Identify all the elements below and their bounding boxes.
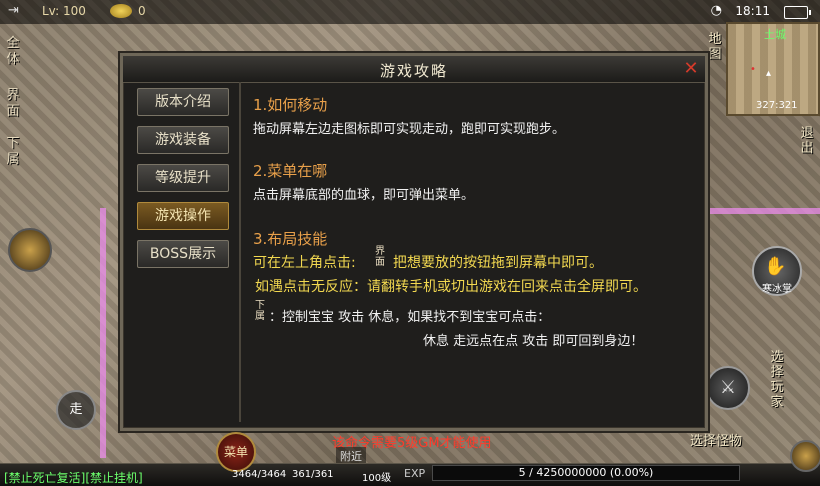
dialog-title: 游戏攻略 bbox=[379, 62, 448, 80]
player-marker-icon: • bbox=[750, 64, 756, 75]
guide-dialog: 游戏攻略 ✕ 版本介绍 游戏装备 等级提升 游戏操作 BOSS展示 1.如何移动… bbox=[120, 53, 708, 431]
gold-count: 0 bbox=[138, 4, 146, 18]
skill-label: 寒冰掌 bbox=[762, 284, 792, 295]
interface-label-small: 界面 bbox=[375, 246, 385, 268]
level-indicator: Lv: 100 bbox=[42, 4, 86, 18]
section-text: 点击屏幕底部的血球，即可弹出菜单。 bbox=[253, 188, 475, 203]
section-text: 拖动屏幕左边走图标即可实现走动，跑即可实现跑步。 bbox=[253, 122, 566, 137]
settings-orb-icon[interactable] bbox=[790, 440, 820, 472]
sword-icon[interactable]: ⚔ bbox=[706, 366, 750, 410]
hand-icon: ✋ bbox=[764, 256, 787, 277]
path-line bbox=[702, 208, 820, 214]
exp-label: EXP bbox=[404, 467, 426, 480]
followers-label-small: 下属 bbox=[255, 300, 265, 322]
tab-level-up[interactable]: 等级提升 bbox=[137, 164, 229, 192]
tab-version-intro[interactable]: 版本介绍 bbox=[137, 88, 229, 116]
section-text: ：控制宝宝 攻击 休息，如果找不到宝宝可点击： bbox=[269, 310, 551, 325]
section-heading: 1.如何移动 bbox=[253, 96, 328, 114]
back-arrow-icon[interactable]: ⇥ bbox=[8, 3, 19, 18]
section-text: 如遇点击无反应：请翻转手机或切出游戏在回来点击全屏即可。 bbox=[255, 279, 647, 295]
tab-game-equipment[interactable]: 游戏装备 bbox=[137, 126, 229, 154]
helmet-icon[interactable] bbox=[8, 228, 52, 272]
button-all[interactable]: 全体 bbox=[4, 36, 22, 68]
battery-icon bbox=[784, 6, 811, 19]
walk-button[interactable]: 走 bbox=[56, 390, 96, 430]
select-player-button[interactable]: 选择玩家 bbox=[768, 350, 786, 410]
button-interface[interactable]: 界面 bbox=[4, 88, 22, 120]
hp-value: 3464/3464 bbox=[232, 469, 287, 480]
dialog-titlebar: 游戏攻略 ✕ bbox=[123, 56, 705, 83]
minimap-coords: 327:321 bbox=[756, 100, 798, 111]
path-line bbox=[100, 208, 106, 458]
dialog-content: 1.如何移动 拖动屏幕左边走图标即可实现走动，跑即可实现跑步。 2.菜单在哪 点… bbox=[247, 86, 697, 416]
section-text: 休息 走远点在点 攻击 即可回到身边！ bbox=[423, 334, 644, 349]
section-heading: 3.布局技能 bbox=[253, 230, 328, 248]
exit-button[interactable]: 退出 bbox=[798, 126, 816, 156]
ban-status: [禁止死亡复活][禁止挂机] bbox=[4, 471, 143, 485]
gold-icon bbox=[110, 4, 132, 18]
section-heading: 2.菜单在哪 bbox=[253, 162, 328, 180]
mp-value: 361/361 bbox=[292, 469, 334, 480]
exp-bar: 5 / 4250000000 (0.00%) bbox=[432, 465, 740, 481]
level-value: 100级 bbox=[362, 473, 392, 484]
dialog-sidebar: 版本介绍 游戏装备 等级提升 游戏操作 BOSS展示 bbox=[127, 82, 241, 422]
map-button[interactable]: 地图 bbox=[706, 32, 724, 62]
section-text: 把想要放的按钮拖到屏幕中即可。 bbox=[393, 255, 603, 271]
skill-button[interactable]: ✋ 寒冰掌 bbox=[752, 246, 802, 296]
menu-orb[interactable]: 菜单 bbox=[216, 432, 256, 472]
exp-text: 5 / 4250000000 (0.00%) bbox=[518, 466, 654, 479]
clock: 18:11 bbox=[735, 4, 770, 18]
status-bar: ⇥ Lv: 100 0 ◔ 18:11 bbox=[0, 0, 820, 24]
close-icon[interactable]: ✕ bbox=[681, 59, 701, 79]
wifi-icon: ◔ bbox=[710, 3, 722, 18]
minimap[interactable]: 土城 • ▴ 327:321 bbox=[726, 22, 820, 116]
select-monster-button[interactable]: 选择怪物 bbox=[690, 430, 742, 449]
npc-marker-icon: ▴ bbox=[766, 68, 772, 79]
tab-boss-showcase[interactable]: BOSS展示 bbox=[137, 240, 229, 268]
minimap-label: 土城 bbox=[764, 28, 786, 41]
section-text: 可在左上角点击: bbox=[253, 255, 356, 271]
button-followers[interactable]: 下属 bbox=[4, 136, 22, 168]
tab-game-controls[interactable]: 游戏操作 bbox=[137, 202, 229, 230]
